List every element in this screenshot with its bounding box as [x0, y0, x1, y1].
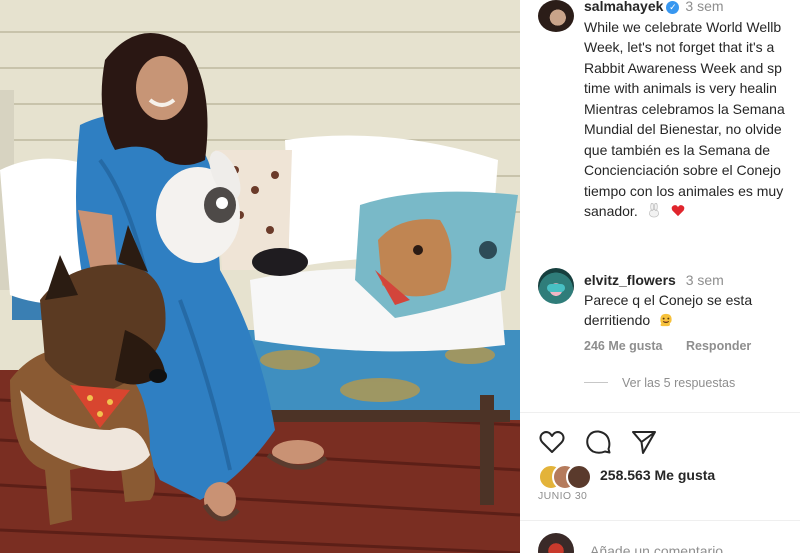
rabbit-emoji-icon [648, 203, 659, 218]
caption-line: time with animals is very healin [584, 80, 777, 96]
comment-time: 3 sem [685, 272, 724, 288]
caption-line: que también es la Semana de [584, 141, 771, 158]
author-avatar[interactable] [538, 0, 574, 32]
caption-line: tiempo con los animales es muy [584, 182, 784, 199]
comment-last-line: derritiendo [584, 310, 800, 330]
caption-line: Week, let's not forget that it's a [584, 39, 775, 55]
author-username[interactable]: salmahayek [584, 0, 663, 14]
commenter-username[interactable]: elvitz_flowers [584, 272, 676, 288]
caption-line: While we celebrate World Wellb [584, 18, 782, 35]
view-replies-link[interactable]: Ver las 5 respuestas [584, 376, 735, 390]
verified-badge-icon: ✓ [666, 1, 680, 14]
current-user-avatar [538, 533, 574, 553]
caption-line: Concienciación sobre el Conejo [584, 162, 781, 178]
comment-text-line: Parece q el Conejo se esta [584, 292, 753, 308]
liker-avatar [566, 464, 592, 490]
caption-line: Mientras celebramos la Semana [584, 100, 785, 117]
comment-icon[interactable] [584, 428, 612, 456]
photo-illustration [0, 0, 520, 553]
comment-meta: 246 Me gusta Responder [584, 339, 771, 353]
share-icon[interactable] [630, 428, 658, 456]
post-side-panel: salmahayek ✓ 3 sem While we celebrate Worl… [520, 0, 800, 553]
commenter-avatar[interactable] [538, 268, 574, 304]
comment-divider [520, 520, 800, 521]
caption-line: Rabbit Awareness Week and sp [584, 59, 782, 76]
likes-count[interactable]: 258.563 Me gusta [600, 467, 715, 483]
replies-divider [584, 382, 608, 383]
comment-body: elvitz_flowers 3 sem Parece q el Conejo … [584, 270, 800, 330]
comment-likes[interactable]: 246 Me gusta [584, 339, 663, 353]
red-heart-emoji-icon [671, 205, 684, 217]
caption-header: salmahayek ✓ 3 sem [584, 0, 800, 17]
heart-icon[interactable] [538, 428, 566, 456]
view-replies-label: Ver las 5 respuestas [622, 376, 736, 390]
caption-last-line: sanador. [584, 201, 800, 222]
add-comment-input[interactable]: Añade un comentario... [590, 543, 735, 553]
actions-divider [520, 412, 800, 413]
post-time[interactable]: 3 sem [685, 0, 723, 14]
post-photo[interactable] [0, 0, 520, 553]
comment-text-line: derritiendo [584, 312, 651, 328]
caption-line: Mundial del Bienestar, no olvide [584, 121, 782, 137]
caption-line: sanador. [584, 203, 638, 219]
post-caption: salmahayek ✓ 3 sem While we celebrate Worl… [584, 0, 800, 222]
melting-face-emoji-icon [660, 313, 672, 327]
post-date: JUNIO 30 [538, 490, 588, 502]
reply-button[interactable]: Responder [686, 339, 751, 353]
